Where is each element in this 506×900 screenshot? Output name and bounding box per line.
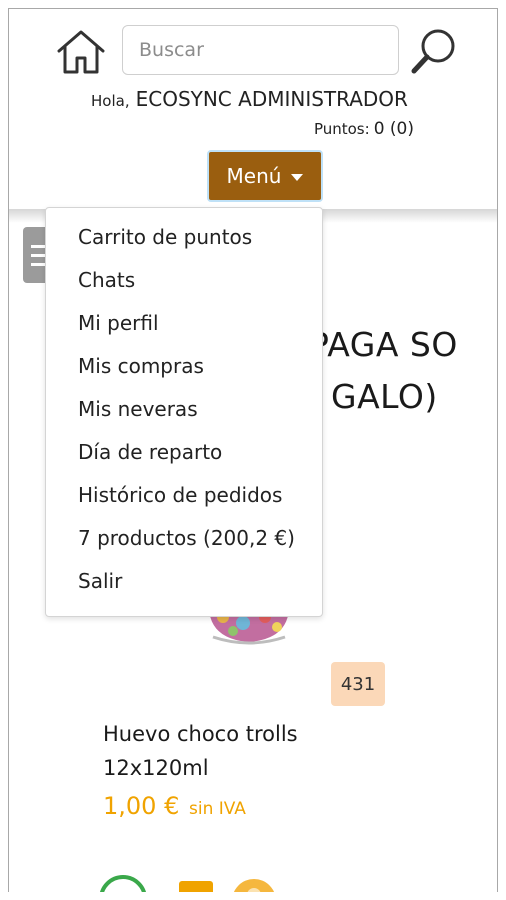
menu-item-cart-summary[interactable]: 7 productos (200,2 €) <box>46 517 322 560</box>
dropdown-menu: Carrito de puntos Chats Mi perfil Mis co… <box>45 207 323 617</box>
menu-item-profile[interactable]: Mi perfil <box>46 302 322 345</box>
search-button[interactable] <box>409 25 461 77</box>
menu-item-logout[interactable]: Salir <box>46 560 322 603</box>
menu-item-delivery-day[interactable]: Día de reparto <box>46 431 322 474</box>
price-value: 1,00 € <box>103 792 180 820</box>
user-greeting: Hola, ECOSYNC ADMINISTRADOR <box>91 87 408 111</box>
user-name: ECOSYNC ADMINISTRADOR <box>135 87 408 111</box>
points-value: 0 (0) <box>373 119 414 139</box>
calendar-icon <box>179 881 213 892</box>
price-tax-note: sin IVA <box>188 799 246 819</box>
search-icon <box>411 29 455 74</box>
promo-title-line1: PAGA SO <box>309 325 458 364</box>
menu-item-chats[interactable]: Chats <box>46 259 322 302</box>
hamburger-icon <box>31 244 45 248</box>
menu-item-fridges[interactable]: Mis neveras <box>46 388 322 431</box>
menu-item-order-history[interactable]: Histórico de pedidos <box>46 474 322 517</box>
app-frame: Hola,ECOSYNC ADMINISTRADOR Puntos:0 (0) … <box>8 8 498 892</box>
menu-button[interactable]: Menú <box>207 150 323 202</box>
menu-button-label: Menú <box>226 164 282 188</box>
product-name[interactable]: Huevo choco trolls 12x120ml <box>103 717 363 785</box>
menu-item-purchases[interactable]: Mis compras <box>46 345 322 388</box>
caret-down-icon <box>291 173 304 181</box>
menu-item-points-cart[interactable]: Carrito de puntos <box>46 216 322 259</box>
promo-title-line2: GALO) <box>331 377 438 416</box>
home-button[interactable] <box>55 27 107 77</box>
home-icon <box>57 30 105 74</box>
eco-label-icon <box>100 875 146 892</box>
stock-badge: 431 <box>331 662 385 706</box>
user-icon <box>233 879 275 892</box>
greeting-prefix: Hola, <box>91 92 130 110</box>
points-display: Puntos: 0 (0) <box>314 119 414 139</box>
points-label: Puntos: <box>313 120 370 138</box>
search-input[interactable] <box>122 25 399 75</box>
product-badges <box>99 875 299 892</box>
product-price: 1,00 € sin IVA <box>103 792 246 820</box>
